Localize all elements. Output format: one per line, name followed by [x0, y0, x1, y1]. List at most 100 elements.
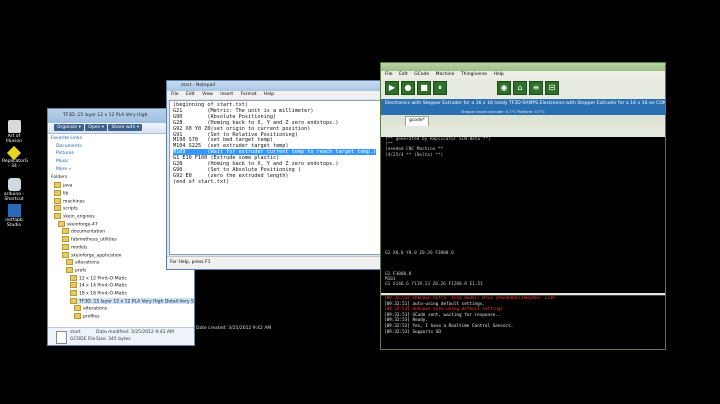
tree-item[interactable]: lib [54, 189, 69, 197]
desktop-icon-label: netfabb Studio [5, 218, 23, 228]
record-icon[interactable]: ● [401, 81, 415, 95]
line-text: (end of start.txt) [173, 178, 230, 185]
tree-item[interactable]: Pictures [56, 151, 74, 156]
tree-item[interactable]: 18 x 18 Print-O-Matic [70, 290, 127, 297]
tree-item[interactable]: 12 x 12 Print-O-Matic [70, 274, 127, 282]
menu-format[interactable]: Format [241, 92, 257, 97]
tree-item-label: skeinforge_application [71, 253, 122, 258]
folder-icon [54, 182, 61, 189]
tree-item[interactable]: More » [56, 167, 71, 172]
file-modified: Date modified: 3/25/2012 9:42 AM [96, 330, 174, 335]
menu-machine[interactable]: Machine [436, 72, 455, 77]
tab-gcode[interactable]: gcode* [405, 116, 429, 126]
desktop-icon-arduino[interactable]: arduino - Shortcut [2, 178, 26, 202]
desktop-icon-art-of-illusion[interactable]: Art of Illusion [2, 120, 26, 144]
tree-item-label: Favorite Links [51, 136, 82, 141]
tree-item-label: lib [63, 191, 69, 197]
art-of-illusion-icon [7, 120, 21, 133]
tree-item[interactable]: 14 x 14 Print-O-Matic [70, 282, 127, 289]
menu-help[interactable]: Help [264, 92, 274, 97]
menu-edit[interactable]: Edit [399, 72, 408, 77]
folder-icon [70, 297, 77, 304]
folder-icon [66, 266, 73, 273]
menu-edit[interactable]: Edit [186, 92, 195, 97]
notepad-title: start - Notepad [181, 83, 216, 88]
tree-item[interactable]: alterations [74, 305, 107, 312]
editor-tabbar: gcode* [381, 115, 665, 126]
folder-icon [74, 313, 81, 320]
folder-icon [70, 282, 77, 289]
tree-item-label: Music [56, 159, 69, 165]
desktop-icon-replicatorg[interactable]: ReplicatorG - 34 - [2, 145, 29, 169]
details-pane: start GCODE File Date modified: 3/25/201… [48, 327, 194, 345]
open-button[interactable]: Open ▾ [85, 124, 108, 131]
arduino-icon [7, 178, 21, 191]
tree-item[interactable]: Documents [56, 144, 82, 149]
share-button[interactable]: Share with ▾ [108, 124, 143, 131]
home-icon[interactable]: ⌂ [513, 81, 527, 95]
tree-item[interactable]: Folders [51, 175, 67, 180]
tree-item-label: scripts [63, 206, 78, 212]
tree-item[interactable]: prefs [66, 266, 87, 274]
folder-icon [70, 290, 77, 296]
folder-icon [54, 205, 61, 212]
control-panel-icon[interactable]: ◉ [497, 81, 511, 95]
tree-item[interactable]: machines [54, 197, 85, 205]
tree-item[interactable]: skeinforge-47 [58, 220, 98, 227]
tree-item-label: prefs [75, 268, 87, 274]
desktop-icon-netfabb[interactable]: netfabb Studio [2, 204, 26, 228]
netfabb-icon [7, 204, 21, 217]
replicatorg-titlebar[interactable] [381, 63, 665, 71]
tree-item-label: 12 x 12 Print-O-Matic [79, 276, 127, 282]
tree-item-label: Documents [56, 143, 82, 149]
tree-item-label: machines [63, 199, 85, 205]
folder-icon [74, 305, 81, 312]
folder-icon [54, 213, 61, 219]
menu-file[interactable]: File [171, 92, 179, 97]
disconnect-icon[interactable]: ⊟ [545, 81, 559, 95]
folder-icon [62, 236, 69, 243]
menu-help[interactable]: Help [494, 72, 504, 77]
tree-item[interactable]: Music [56, 159, 69, 164]
tree-item[interactable]: skein_engines [54, 213, 95, 220]
tree-item[interactable]: profiles [74, 313, 100, 320]
pause-icon[interactable]: ⏸ [433, 81, 447, 95]
menu-view[interactable]: View [202, 92, 213, 97]
menu-file[interactable]: File [385, 72, 393, 77]
desktop-icon-label: arduino - Shortcut [3, 192, 25, 202]
folder-icon [54, 197, 61, 204]
gcode-editor[interactable]: (** generated by Replicator SCN-Beta **)… [381, 137, 665, 293]
console-log: [09:32:51] Unknown extru. from model: 87… [381, 295, 665, 349]
menu-thingiverse[interactable]: Thingiverse [461, 72, 487, 77]
menu-gcode[interactable]: GCode [414, 72, 429, 77]
stop-icon[interactable]: ■ [417, 81, 431, 95]
file-type: GCODE File [70, 337, 96, 342]
file-name: start [70, 330, 81, 335]
folder-icon [70, 274, 77, 281]
folder-icon [54, 189, 61, 196]
gcode-line: G1 X146.6 Y119.13 Z0.26 F1200.0 E1.51 [385, 282, 483, 288]
tree-item[interactable]: documentation [62, 228, 105, 235]
tree-item[interactable]: alterations [66, 259, 99, 266]
tree-item-label: skein_engines [63, 214, 95, 220]
replicatorg-window[interactable]: File Edit GCode Machine Thingiverse Help… [380, 62, 666, 350]
tree-item-label: models [71, 245, 88, 251]
file-created: Date created: 3/25/2012 9:42 AM [196, 326, 272, 331]
menu-insert[interactable]: Insert [220, 92, 233, 97]
tree-item[interactable]: models [62, 243, 88, 251]
tree-item[interactable]: java [54, 182, 72, 189]
organize-button[interactable]: Organize ▾ [54, 124, 84, 131]
build-icon[interactable]: ▶ [385, 81, 399, 95]
tree-item[interactable]: scripts [54, 205, 78, 212]
gcode-file-icon [56, 331, 67, 344]
machine-status-banner: Electronics with Stepper Extruder for a … [381, 99, 665, 109]
settings-icon[interactable]: ≡ [529, 81, 543, 95]
folder-icon [58, 220, 65, 227]
tree-item[interactable]: fabmetheus_utilities [62, 236, 117, 243]
desktop-icon-label: ReplicatorG - 34 - [2, 159, 29, 169]
tree-item[interactable]: skeinforge_application [62, 251, 122, 258]
folder-icon [66, 259, 73, 266]
tree-item[interactable]: TF3D .15 layer 12 x 12 PLA Very High Det… [70, 297, 194, 305]
replicatorg-toolbar: ▶ ● ■ ⏸ ◉ ⌂ ≡ ⊟ [381, 79, 665, 99]
tree-item[interactable]: Favorite Links [51, 136, 82, 141]
